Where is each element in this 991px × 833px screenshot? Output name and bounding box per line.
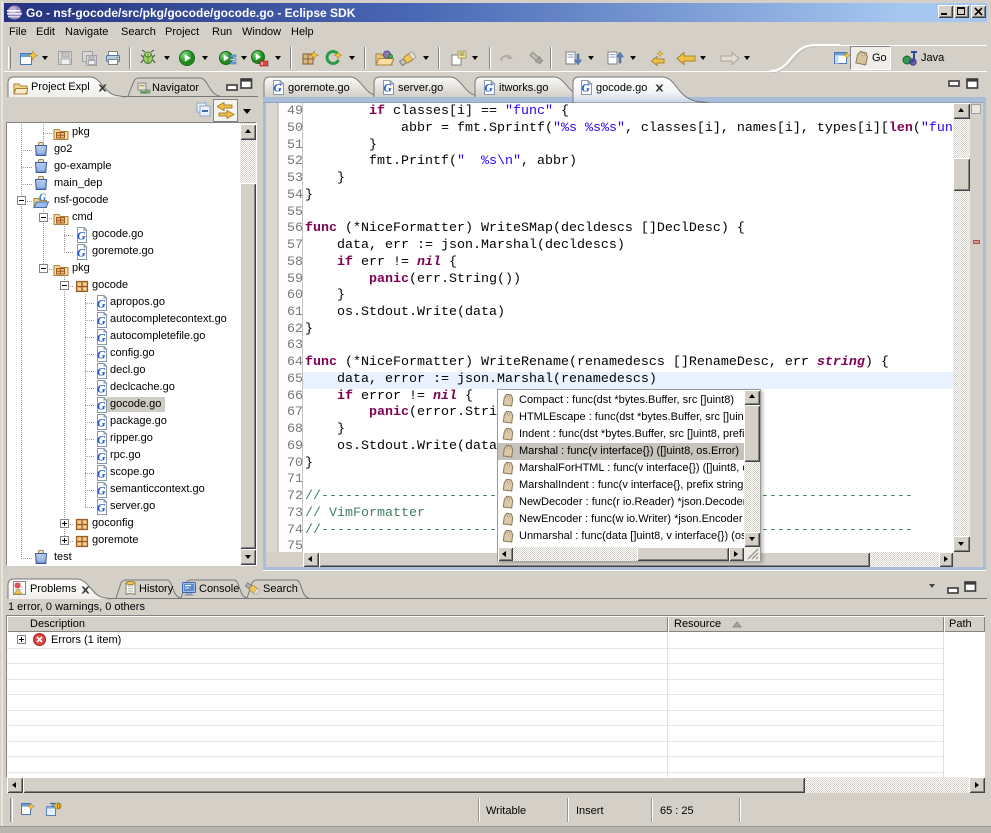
svg-text:0: 0 [57, 804, 61, 811]
svg-text:G: G [97, 500, 106, 514]
svg-text:G: G [77, 245, 86, 259]
svg-text:G: G [97, 347, 106, 361]
svg-text:G: G [485, 83, 494, 95]
svg-text:G: G [97, 364, 106, 378]
svg-text:G: G [97, 398, 106, 412]
svg-text:G: G [77, 228, 86, 242]
svg-text:G: G [97, 330, 106, 344]
svg-text:G: G [97, 381, 106, 395]
svg-text:G: G [384, 83, 393, 95]
svg-text:G: G [274, 83, 283, 95]
svg-text:G: G [97, 483, 106, 497]
svg-text:G: G [97, 432, 106, 446]
svg-text:G: G [97, 466, 106, 480]
svg-text:G: G [97, 313, 106, 327]
svg-text:G: G [582, 83, 591, 95]
svg-text:G: G [39, 193, 47, 204]
svg-text:G: G [97, 449, 106, 463]
svg-text:G: G [97, 415, 106, 429]
svg-text:G: G [97, 296, 106, 310]
